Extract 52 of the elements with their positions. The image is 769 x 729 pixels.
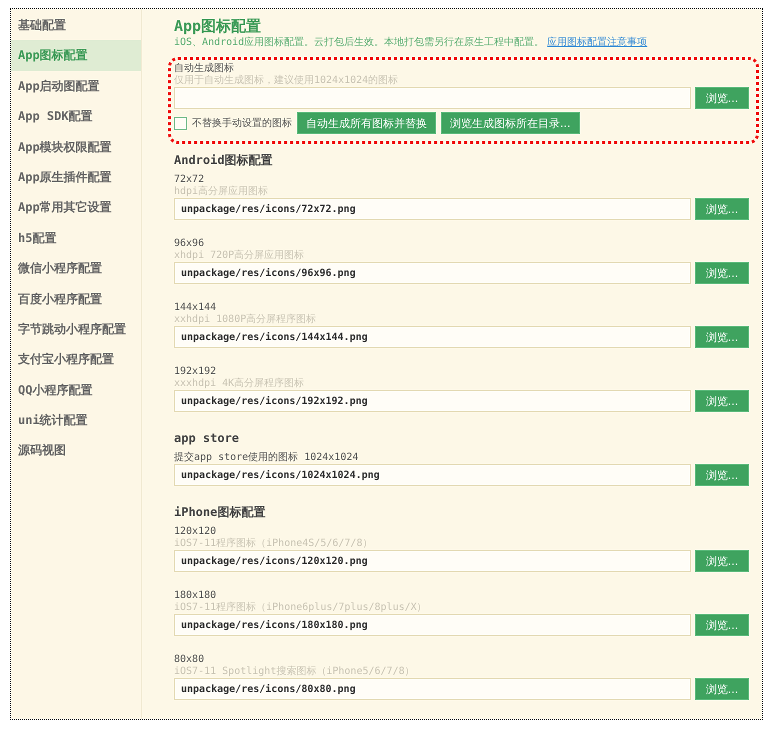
field-label: 自动生成图标 bbox=[174, 63, 235, 74]
browse-button[interactable]: 浏览... bbox=[695, 464, 749, 486]
sidebar-item[interactable]: App模块权限配置 bbox=[11, 132, 141, 162]
field-label: 提交app store使用的图标 1024x1024 bbox=[174, 452, 360, 464]
input-field[interactable]: unpackage/res/icons/80x80.png bbox=[174, 678, 691, 700]
field-label: 120x120 bbox=[174, 526, 218, 538]
section-title: Android图标配置 bbox=[174, 152, 274, 168]
description: iOS、Android应用图标配置。云打包后生效。本地打包需另行在原生工程中配置。 应用图标配置注意事项 bbox=[174, 36, 648, 49]
browse-button[interactable]: 浏览... bbox=[695, 198, 749, 220]
field-label: 192x192 bbox=[174, 366, 218, 378]
sidebar-item[interactable]: App常用其它设置 bbox=[11, 192, 141, 223]
sidebar-item[interactable]: 源码视图 bbox=[11, 435, 141, 466]
field-label: 72x72 bbox=[174, 174, 206, 186]
sidebar-item[interactable]: 基础配置 bbox=[11, 10, 141, 40]
section-title: app store bbox=[174, 430, 240, 446]
input-field[interactable]: unpackage/res/icons/144x144.png bbox=[174, 326, 691, 348]
browse-button[interactable]: 浏览... bbox=[695, 614, 749, 636]
sidebar-item[interactable]: uni统计配置 bbox=[11, 405, 141, 436]
browse-button[interactable]: 浏览... bbox=[695, 262, 749, 284]
help-link[interactable]: 应用图标配置注意事项 bbox=[547, 37, 648, 48]
sidebar-item[interactable]: App启动图配置 bbox=[11, 70, 141, 102]
action-button[interactable]: 自动生成所有图标并替换 bbox=[297, 112, 436, 134]
sidebar-item[interactable]: 微信小程序配置 bbox=[11, 253, 141, 284]
sidebar-item[interactable]: QQ小程序配置 bbox=[11, 374, 141, 406]
input-field[interactable]: unpackage/res/icons/1024x1024.png bbox=[174, 464, 691, 486]
input-field[interactable]: unpackage/res/icons/120x120.png bbox=[174, 550, 691, 572]
sidebar-item[interactable]: App原生插件配置 bbox=[11, 162, 141, 192]
browse-button[interactable]: 浏览... bbox=[695, 87, 749, 109]
browse-button[interactable]: 浏览... bbox=[695, 390, 749, 412]
input-field[interactable]: unpackage/res/icons/72x72.png bbox=[174, 198, 691, 220]
section-title: iPhone图标配置 bbox=[174, 504, 266, 520]
browse-button[interactable]: 浏览... bbox=[695, 678, 749, 700]
sidebar-item[interactable]: 百度小程序配置 bbox=[11, 284, 141, 314]
checkbox[interactable] bbox=[174, 116, 187, 130]
input-field[interactable] bbox=[174, 87, 691, 109]
field-label: 96x96 bbox=[174, 238, 206, 250]
sidebar-item[interactable]: App图标配置 bbox=[11, 40, 141, 71]
browse-button[interactable]: 浏览... bbox=[695, 550, 749, 572]
input-field[interactable]: unpackage/res/icons/180x180.png bbox=[174, 614, 691, 636]
sidebar-item[interactable]: h5配置 bbox=[11, 222, 141, 254]
input-field[interactable]: unpackage/res/icons/96x96.png bbox=[174, 262, 691, 284]
sidebar-item[interactable]: 字节跳动小程序配置 bbox=[11, 314, 141, 344]
sidebar-item[interactable]: App SDK配置 bbox=[11, 101, 141, 132]
sidebar-item[interactable]: 支付宝小程序配置 bbox=[11, 344, 141, 375]
browse-button[interactable]: 浏览... bbox=[695, 326, 749, 348]
checkbox-label: 不替换手动设置的图标 bbox=[192, 116, 292, 130]
field-label: 80x80 bbox=[174, 654, 206, 666]
field-label: 144x144 bbox=[174, 302, 218, 314]
input-field[interactable]: unpackage/res/icons/192x192.png bbox=[174, 390, 691, 412]
page-title: App图标配置 bbox=[174, 16, 262, 36]
action-button[interactable]: 浏览生成图标所在目录... bbox=[441, 112, 580, 134]
field-label: 180x180 bbox=[174, 590, 218, 602]
